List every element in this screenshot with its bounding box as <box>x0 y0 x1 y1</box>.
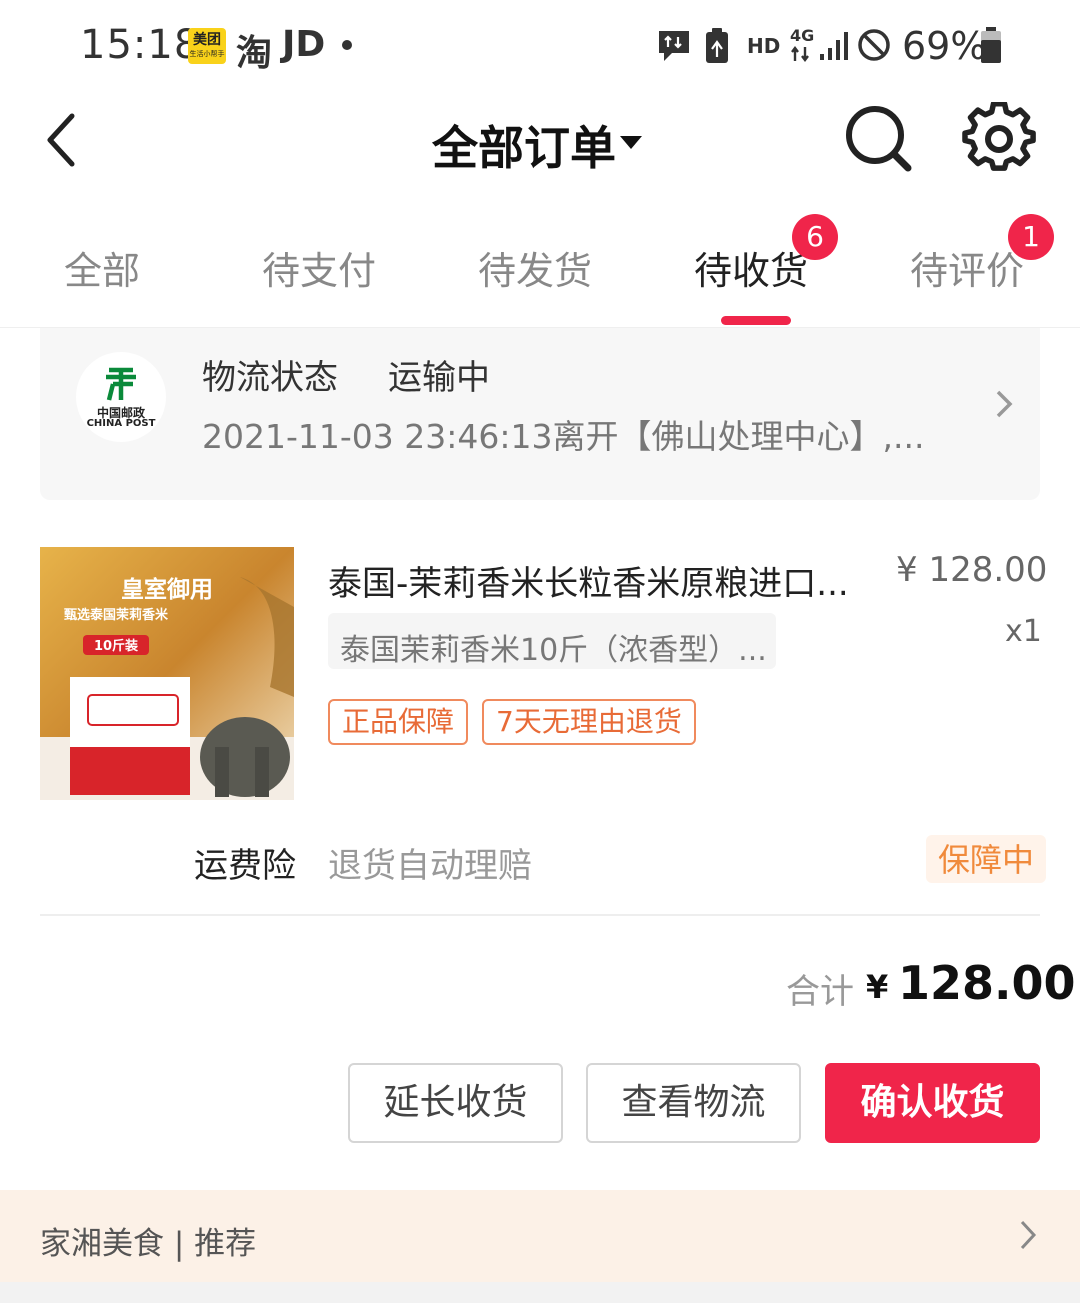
battery-saver-icon <box>706 28 728 63</box>
page-title: 全部订单 <box>432 121 616 175</box>
status-time: 15:18 <box>80 22 201 68</box>
search-icon[interactable] <box>842 102 914 174</box>
header: 全部订单 <box>0 90 1080 200</box>
signal-icon <box>820 32 848 60</box>
total-amount: 128.00 <box>898 956 1076 1010</box>
rice-bag-image: 皇室御用 甄选泰国茉莉香米 10斤装 <box>40 547 294 800</box>
divider <box>40 914 1040 916</box>
more-notifications-dot <box>342 40 352 50</box>
battery-text: 69% <box>902 24 987 68</box>
caret-down-icon <box>620 135 642 149</box>
chevron-right-icon <box>996 390 1013 418</box>
back-arrow-icon[interactable] <box>38 110 88 170</box>
logistics-status: 运输中 <box>388 358 490 398</box>
network-label: 4G <box>790 26 815 45</box>
product-title[interactable]: 泰国-茉莉香米长粒香米原粮进口... <box>328 556 858 605</box>
extend-receipt-button[interactable]: 延长收货 <box>348 1063 563 1143</box>
product-price: ¥ 128.00 <box>896 550 1048 590</box>
tag-authentic: 正品保障 <box>328 699 469 745</box>
jd-icon: JD <box>282 24 326 65</box>
meituan-sub: 生活小帮手 <box>189 50 225 58</box>
image-headline: 皇室御用 <box>121 576 213 603</box>
notification-icon <box>659 31 689 61</box>
recommend-text: 家湘美食 | 推荐 <box>40 1226 257 1262</box>
logistics-detail: 2021-11-03 23:46:13离开【佛山处理中心】,... <box>202 417 925 456</box>
order-filter-dropdown[interactable]: 全部订单 <box>432 112 642 178</box>
pending-receipt-badge: 6 <box>792 214 838 260</box>
tag-7day-return: 7天无理由退货 <box>482 699 696 745</box>
battery-icon <box>981 27 1001 63</box>
tab-pending-review[interactable]: 待评价 <box>910 240 1024 295</box>
order-tabs: 全部 待支付 待发货 待收货 待评价 6 1 <box>0 200 1080 328</box>
meituan-icon: 美团 生活小帮手 <box>188 28 226 64</box>
do-not-disturb-icon <box>858 29 890 61</box>
tab-pending-receipt[interactable]: 待收货 <box>694 240 808 295</box>
meituan-label: 美团 <box>193 32 221 48</box>
product-quantity: x1 <box>1005 614 1042 649</box>
total-currency: ¥ <box>866 968 889 1006</box>
pending-review-badge: 1 <box>1008 214 1054 260</box>
shipping-insurance-label: 运费险 <box>194 846 296 886</box>
image-pack: 10斤装 <box>94 638 138 654</box>
tab-pending-payment[interactable]: 待支付 <box>262 240 376 295</box>
logistics-card[interactable]: 中国邮政 CHINA POST 物流状态 运输中 2021-11-03 23:4… <box>40 328 1040 500</box>
bottom-strip <box>0 1282 1080 1303</box>
confirm-receipt-button[interactable]: 确认收货 <box>825 1063 1040 1143</box>
carrier-en: CHINA POST <box>86 418 156 429</box>
product-sku[interactable]: 泰国茉莉香米10斤（浓香型）... <box>328 613 776 669</box>
total-label: 合计 <box>786 972 854 1012</box>
tab-all[interactable]: 全部 <box>64 240 140 295</box>
gear-icon[interactable] <box>962 102 1036 176</box>
china-post-emblem-icon <box>106 367 136 401</box>
data-arrows-icon <box>791 46 809 62</box>
product-thumbnail[interactable]: 皇室御用 甄选泰国茉莉香米 10斤装 <box>40 547 294 800</box>
image-subline: 甄选泰国茉莉香米 <box>64 607 169 623</box>
china-post-logo: 中国邮政 CHINA POST <box>76 352 166 442</box>
hd-label: HD <box>747 34 781 58</box>
status-bar: 15:18 美团 生活小帮手 淘 JD HD 4G 69% <box>0 0 1080 90</box>
taobao-icon: 淘 <box>236 33 273 74</box>
active-tab-indicator <box>721 316 791 325</box>
chevron-right-icon <box>1020 1220 1037 1250</box>
insurance-status-badge: 保障中 <box>926 835 1047 883</box>
recommend-bar[interactable]: 家湘美食 | 推荐 <box>0 1190 1080 1282</box>
view-logistics-button[interactable]: 查看物流 <box>586 1063 801 1143</box>
tab-pending-shipment[interactable]: 待发货 <box>478 240 592 295</box>
shipping-insurance-desc: 退货自动理赔 <box>328 846 532 886</box>
logistics-label: 物流状态 <box>202 358 338 398</box>
